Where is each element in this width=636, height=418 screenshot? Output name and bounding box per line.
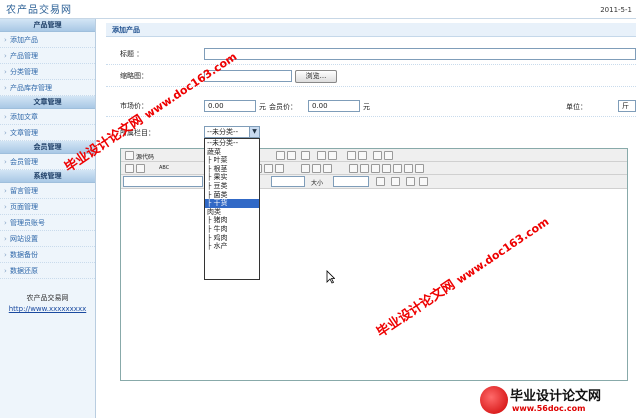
sidebar-item-product-manage[interactable]: 产品管理 (0, 48, 95, 64)
copy-icon[interactable] (276, 151, 285, 160)
watermark-logo: 毕业设计论文网 www.56doc.com (476, 383, 636, 418)
sidebar-item-site-settings[interactable]: 网站设置 (0, 231, 95, 247)
link-icon[interactable] (301, 164, 310, 173)
anchor-icon[interactable] (323, 164, 332, 173)
category-dropdown-list[interactable]: --未分类-- 蔬菜 ├ 叶菜 ├ 根茎 ├ 果实 ├ 豆类 ├ 菌类 ├ 干货 肉类 ├ 猪肉 ├… (204, 138, 260, 280)
sidebar-item-stock-manage[interactable]: 产品库存管理 (0, 80, 95, 96)
title-row: 标题 ： (106, 43, 636, 65)
category-option[interactable]: ├ 鸡肉 (205, 234, 259, 243)
market-price-unit: 元 (259, 103, 266, 111)
sidebar-section-articles[interactable]: 文章管理 (0, 96, 95, 109)
sidebar-item-data-backup[interactable]: 数据备份 (0, 247, 95, 263)
source-code-icon[interactable] (125, 151, 134, 160)
horizontal-rule-icon[interactable] (382, 164, 391, 173)
sidebar-item-article-manage[interactable]: 文章管理 (0, 125, 95, 141)
logo-circle-icon (480, 386, 508, 414)
rich-text-editor: 源代码 ABC 大小 (120, 148, 628, 381)
sidebar-item-admin-account[interactable]: 管理员账号 (0, 215, 95, 231)
mouse-cursor-icon (326, 270, 335, 284)
category-option[interactable]: 肉类 (205, 208, 259, 217)
logo-title: 毕业设计论文网 (510, 389, 602, 404)
logo-url: www.56doc.com (512, 404, 586, 413)
browse-button[interactable]: 浏览... (295, 70, 337, 83)
unlink-icon[interactable] (312, 164, 321, 173)
smiley-icon[interactable] (393, 164, 402, 173)
sidebar-item-page-manage[interactable]: 页面管理 (0, 199, 95, 215)
unit-select[interactable]: 斤 (618, 100, 636, 112)
select-all-icon[interactable] (373, 151, 382, 160)
sidebar-section-products[interactable]: 产品管理 (0, 19, 95, 32)
sidebar-item-data-restore[interactable]: 数据还原 (0, 263, 95, 279)
chevron-down-icon[interactable]: ▼ (249, 127, 259, 137)
sidebar-footer: 农产品交易网 http://www.xxxxxxxxx (0, 293, 95, 315)
member-price-unit: 元 (363, 103, 370, 111)
category-option[interactable]: ├ 根茎 (205, 165, 259, 174)
footer-url-link[interactable]: http://www.xxxxxxxxx (0, 304, 95, 315)
format-select[interactable] (123, 176, 203, 187)
category-option[interactable]: --未分类-- (205, 139, 259, 148)
sidebar-item-message-manage[interactable]: 留言管理 (0, 183, 95, 199)
sidebar-item-add-product[interactable]: 添加产品 (0, 32, 95, 48)
replace-icon[interactable] (358, 151, 367, 160)
align-center-icon[interactable] (264, 164, 273, 173)
top-banner: 农产品交易网 2011-5-1 (0, 0, 636, 19)
title-label: 标题 ： (120, 50, 144, 58)
paste-icon[interactable] (287, 151, 296, 160)
special-char-icon[interactable] (404, 164, 413, 173)
undo-icon[interactable] (317, 151, 326, 160)
find-icon[interactable] (347, 151, 356, 160)
member-price-label: 会员价： (269, 103, 297, 111)
market-price-input[interactable] (204, 100, 256, 112)
page-break-icon[interactable] (415, 164, 424, 173)
category-option[interactable]: ├ 果实 (205, 173, 259, 182)
editor-toolbar-row-3: 大小 (121, 175, 627, 189)
font-size-select[interactable] (333, 176, 369, 187)
font-select[interactable] (271, 176, 305, 187)
maximize-icon[interactable] (406, 177, 415, 186)
category-option[interactable]: ├ 猪肉 (205, 216, 259, 225)
category-select[interactable]: --未分类-- ▼ (204, 126, 260, 138)
source-code-label[interactable]: 源代码 (136, 152, 154, 161)
flash-icon[interactable] (360, 164, 369, 173)
unit-label: 单位： (566, 103, 587, 111)
category-option[interactable]: ├ 豆类 (205, 182, 259, 191)
show-blocks-icon[interactable] (419, 177, 428, 186)
category-option[interactable]: 蔬菜 (205, 148, 259, 157)
page-title: 添加产品 (106, 23, 636, 37)
category-option[interactable]: ├ 牛肉 (205, 225, 259, 234)
sidebar-item-add-article[interactable]: 添加文章 (0, 109, 95, 125)
font-size-label: 大小 (311, 180, 324, 187)
redo-icon[interactable] (328, 151, 337, 160)
italic-icon[interactable] (136, 164, 145, 173)
align-right-icon[interactable] (275, 164, 284, 173)
category-option[interactable]: ├ 水产 (205, 242, 259, 251)
print-icon[interactable] (301, 151, 310, 160)
site-title: 农产品交易网 (6, 5, 72, 16)
sidebar-section-system[interactable]: 系统管理 (0, 170, 95, 183)
current-date: 2011-5-1 (600, 6, 632, 14)
editor-content-area[interactable] (121, 189, 627, 380)
category-option[interactable]: ├ 叶菜 (205, 156, 259, 165)
sidebar: 产品管理 添加产品 产品管理 分类管理 产品库存管理 文章管理 添加文章 文章管… (0, 19, 96, 418)
sidebar-item-category-manage[interactable]: 分类管理 (0, 64, 95, 80)
eraser-icon[interactable] (384, 151, 393, 160)
editor-toolbar-row-1: 源代码 (121, 149, 627, 162)
background-color-icon[interactable] (391, 177, 400, 186)
category-option[interactable]: ├ 菌类 (205, 191, 259, 200)
table-icon[interactable] (371, 164, 380, 173)
spellcheck-label[interactable]: ABC (159, 165, 169, 171)
member-price-input[interactable] (308, 100, 360, 112)
category-option[interactable]: ├ 干货 (205, 199, 259, 208)
category-selected-value: --未分类-- (207, 128, 239, 136)
editor-toolbar-row-2: ABC (121, 162, 627, 175)
thumbnail-label: 缩略图： (120, 72, 148, 80)
bold-icon[interactable] (125, 164, 134, 173)
title-input[interactable] (204, 48, 636, 60)
footer-site-name: 农产品交易网 (26, 294, 69, 302)
image-icon[interactable] (349, 164, 358, 173)
category-row: 所属栏目： (106, 121, 636, 143)
text-color-icon[interactable] (376, 177, 385, 186)
price-row: 市场价： 元 会员价： 元 单位： 斤 (106, 95, 636, 117)
